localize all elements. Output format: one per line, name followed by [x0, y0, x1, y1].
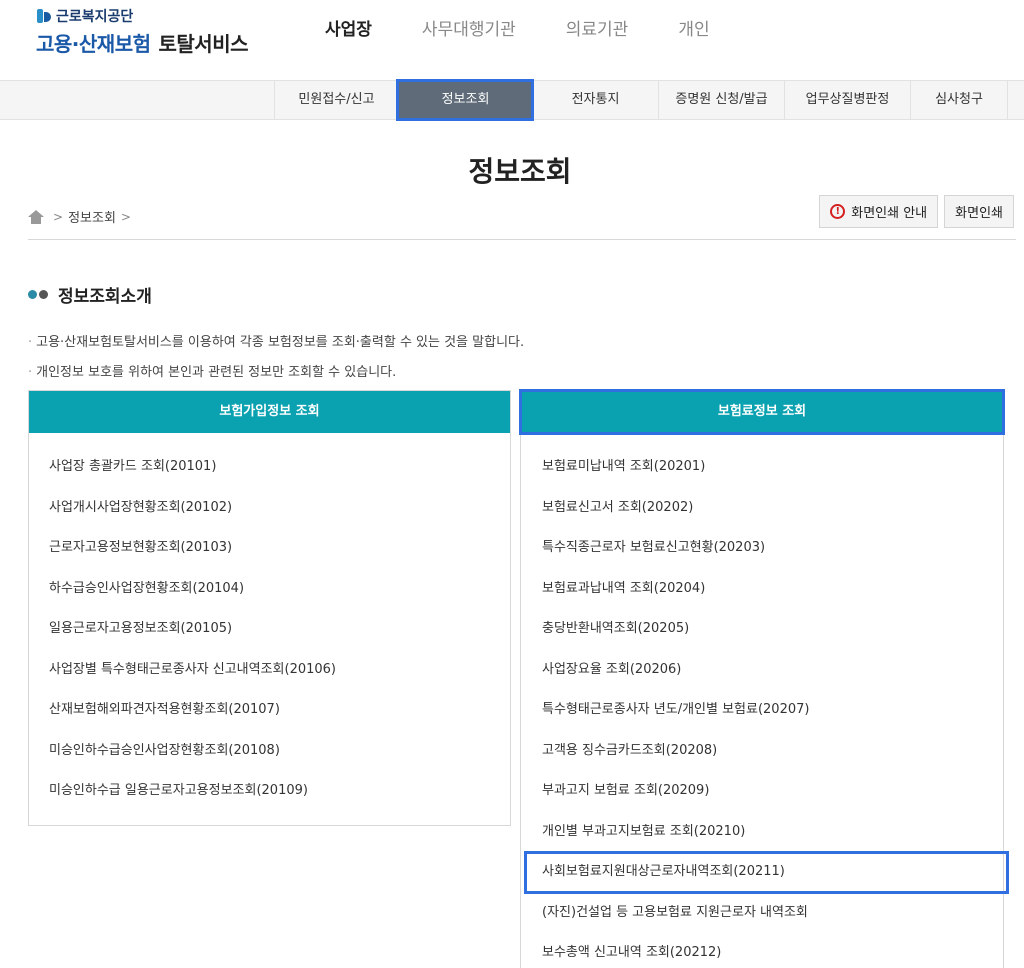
- list-item[interactable]: (자진)건설업 등 고용보험료 지원근로자 내역조회: [521, 893, 1003, 934]
- section-description: · 고용·산재보험토탈서비스를 이용하여 각종 보험정보를 조회·출력할 수 있는…: [28, 335, 525, 350]
- site-header: 근로복지공단 고용·산재보험 토탈서비스 사업장 사무대행기관 의료기관 개인: [0, 0, 1024, 80]
- list-item[interactable]: 미승인하수급 일용근로자고용정보조회(20109): [29, 771, 510, 812]
- page-title: 정보조회: [468, 155, 572, 188]
- breadcrumb-item[interactable]: 정보조회: [68, 207, 116, 226]
- tab-info-inquiry[interactable]: 정보조회: [396, 79, 534, 121]
- list-item[interactable]: 산재보험해외파견자적용현황조회(20107): [29, 690, 510, 731]
- list-item[interactable]: 보험료신고서 조회(20202): [521, 488, 1003, 529]
- logo-sub-text: 토탈서비스: [158, 32, 249, 56]
- breadcrumb-separator: >: [53, 209, 64, 224]
- top-nav-agency[interactable]: 사무대행기관: [422, 18, 516, 42]
- insurance-premium-list: 보험료미납내역 조회(20201) 보험료신고서 조회(20202) 특수직종근…: [521, 433, 1009, 968]
- list-item[interactable]: 부과고지 보험료 조회(20209): [521, 771, 1003, 812]
- sub-nav: 민원접수/신고 정보조회 전자통지 증명원 신청/발급 업무상질병판정 심사청구: [0, 79, 1024, 121]
- list-item[interactable]: 사업장별 특수형태근로종사자 신고내역조회(20106): [29, 650, 510, 691]
- top-nav-workplace[interactable]: 사업장: [325, 18, 372, 42]
- list-item[interactable]: 사업장 총괄카드 조회(20101): [29, 447, 510, 488]
- insurance-premium-card: 보험료정보 조회 보험료미납내역 조회(20201) 보험료신고서 조회(202…: [519, 389, 1009, 968]
- alert-info-icon: !: [830, 204, 846, 219]
- list-item[interactable]: 사업개시사업장현황조회(20102): [29, 488, 510, 529]
- home-icon[interactable]: [28, 209, 44, 224]
- print-guide-button[interactable]: ! 화면인쇄 안내: [819, 195, 939, 228]
- insurance-enrollment-list: 사업장 총괄카드 조회(20101) 사업개시사업장현황조회(20102) 근로…: [29, 433, 510, 812]
- list-item[interactable]: 일용근로자고용정보조회(20105): [29, 609, 510, 650]
- top-nav-individual[interactable]: 개인: [678, 18, 709, 42]
- tab-certificate[interactable]: 증명원 신청/발급: [658, 81, 784, 119]
- list-item[interactable]: 하수급승인사업장현황조회(20104): [29, 569, 510, 610]
- breadcrumb-separator: >: [120, 209, 131, 224]
- top-nav-medical[interactable]: 의료기관: [566, 18, 629, 42]
- comwel-logo-icon: [36, 8, 52, 24]
- insurance-enrollment-card: 보험가입정보 조회 사업장 총괄카드 조회(20101) 사업개시사업장현황조회…: [28, 390, 511, 826]
- list-item[interactable]: 사업장요율 조회(20206): [521, 650, 1003, 691]
- list-item[interactable]: 미승인하수급승인사업장현황조회(20108): [29, 731, 510, 772]
- list-item[interactable]: 고객용 징수금카드조회(20208): [521, 731, 1003, 772]
- logo-main-text: 고용·산재보험: [36, 32, 151, 56]
- list-item[interactable]: 보험료과납내역 조회(20204): [521, 569, 1003, 610]
- list-item[interactable]: 개인별 부과고지보험료 조회(20210): [521, 812, 1003, 853]
- breadcrumb: > 정보조회 >: [28, 207, 136, 226]
- logo-org-name: 근로복지공단: [56, 9, 134, 25]
- section-description: · 개인정보 보호를 위하여 본인과 관련된 정보만 조회할 수 있습니다.: [28, 365, 397, 380]
- section-title: 정보조회소개: [28, 282, 152, 307]
- list-item[interactable]: 보험료미납내역 조회(20201): [521, 447, 1003, 488]
- tab-review-request[interactable]: 심사청구: [910, 81, 1008, 119]
- list-item[interactable]: 보수총액 신고내역 조회(20212): [521, 933, 1003, 968]
- tab-e-notice[interactable]: 전자통지: [532, 81, 658, 119]
- print-button[interactable]: 화면인쇄: [944, 195, 1014, 228]
- list-item[interactable]: 근로자고용정보현황조회(20103): [29, 528, 510, 569]
- tab-civil-application[interactable]: 민원접수/신고: [274, 81, 398, 119]
- list-item[interactable]: 충당반환내역조회(20205): [521, 609, 1003, 650]
- top-nav: 사업장 사무대행기관 의료기관 개인: [325, 18, 760, 42]
- list-item[interactable]: 특수형태근로종사자 년도/개인별 보험료(20207): [521, 690, 1003, 731]
- tab-occupational-disease[interactable]: 업무상질병판정: [784, 81, 910, 119]
- list-item-highlighted[interactable]: 사회보험료지원대상근로자내역조회(20211): [524, 851, 1009, 894]
- bullet-dots-icon: [28, 290, 50, 299]
- insurance-enrollment-card-title[interactable]: 보험가입정보 조회: [29, 391, 510, 433]
- list-item[interactable]: 특수직종근로자 보험료신고현황(20203): [521, 528, 1003, 569]
- site-logo[interactable]: 근로복지공단 고용·산재보험 토탈서비스: [36, 6, 248, 57]
- insurance-premium-card-title[interactable]: 보험료정보 조회: [519, 389, 1005, 435]
- print-buttons: ! 화면인쇄 안내 화면인쇄: [813, 195, 1014, 228]
- divider: [28, 239, 1016, 240]
